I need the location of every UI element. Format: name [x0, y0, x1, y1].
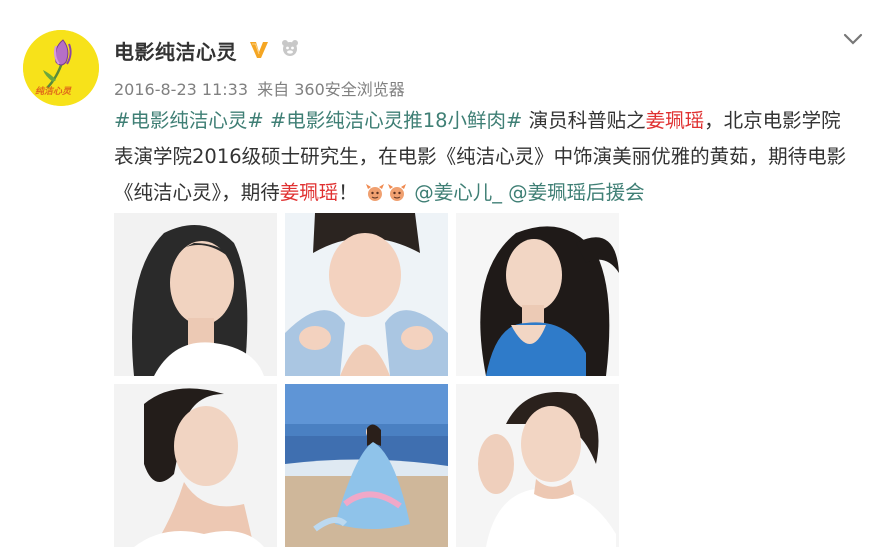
- chevron-down-icon[interactable]: [842, 32, 864, 46]
- post-meta: 2016-8-23 11:33 来自 360安全浏览器: [114, 76, 405, 100]
- photo-thumbnail[interactable]: [456, 213, 619, 376]
- hashtag-link[interactable]: #电影纯洁心灵推18小鲜肉#: [270, 109, 523, 132]
- post-timestamp[interactable]: 2016-8-23 11:33: [114, 80, 248, 99]
- post-source[interactable]: 360安全浏览器: [294, 80, 405, 99]
- post-text-segment: ！: [338, 181, 358, 204]
- via-label: 来自: [257, 80, 290, 99]
- verified-v-icon[interactable]: [248, 38, 270, 60]
- photo-thumbnail[interactable]: [114, 384, 277, 547]
- mention-link[interactable]: @姜心儿_: [414, 181, 502, 204]
- mention-link[interactable]: @姜珮瑶后援会: [508, 181, 645, 204]
- photo-thumbnail[interactable]: [285, 384, 448, 547]
- photo-thumbnail[interactable]: [285, 213, 448, 376]
- highlighted-name: 姜珮瑶: [279, 181, 339, 204]
- photo-thumbnail[interactable]: [114, 213, 277, 376]
- photo-thumbnail[interactable]: [456, 384, 619, 547]
- avatar-logo-text: 纯洁心灵: [35, 86, 72, 97]
- weibo-post-card: 纯洁心灵 电影纯洁心灵 2016-8-23 11:33 来自 360安全浏览器 …: [0, 0, 896, 552]
- author-avatar[interactable]: 纯洁心灵: [23, 30, 99, 106]
- post-text-segment: 演员科普贴之: [528, 109, 646, 132]
- tulip-logo-icon: 纯洁心灵: [23, 30, 99, 106]
- hashtag-link[interactable]: #电影纯洁心灵#: [114, 109, 264, 132]
- author-name[interactable]: 电影纯洁心灵: [114, 36, 237, 65]
- member-badge-icon[interactable]: [280, 39, 300, 59]
- cheer-emoji-icon: [388, 184, 406, 201]
- post-text: #电影纯洁心灵# #电影纯洁心灵推18小鲜肉# 演员科普贴之姜珮瑶，北京电影学院…: [114, 103, 854, 211]
- highlighted-name: 姜珮瑶: [645, 109, 705, 132]
- cheer-emoji-icon: [366, 184, 384, 201]
